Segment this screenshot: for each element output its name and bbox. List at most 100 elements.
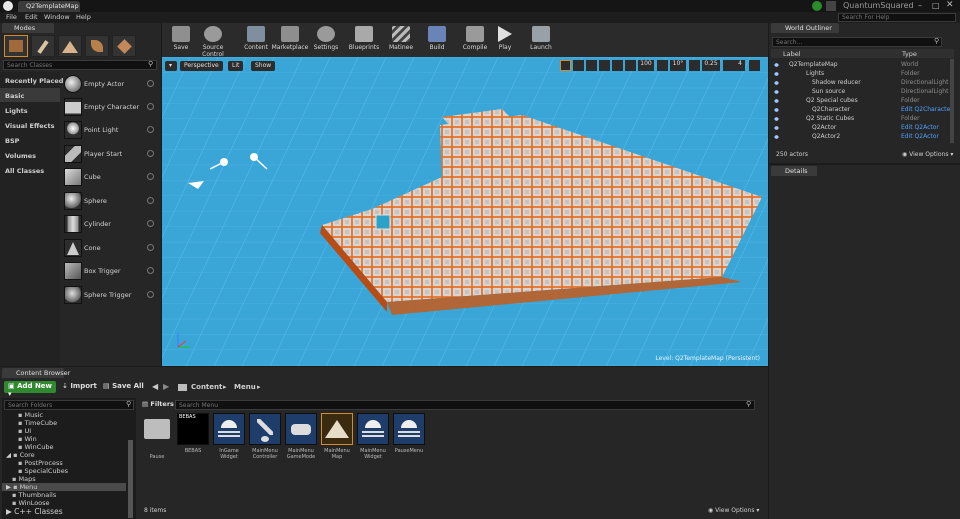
folder-item[interactable]: ▪ Maps	[12, 475, 36, 483]
details-tab[interactable]: Details	[771, 166, 817, 176]
history-back-button[interactable]: ◀	[152, 382, 158, 391]
asset-tile[interactable]: Pause	[140, 413, 174, 460]
outliner-row[interactable]: Q2Actor Edit Q2Actor	[773, 124, 954, 133]
place-item-cube[interactable]: Cube	[62, 167, 158, 189]
folder-item[interactable]: ▪ WinLoose	[12, 499, 50, 507]
content-view-options-button[interactable]: ◉ View Options ▾	[708, 507, 759, 514]
expand-arrow-icon[interactable]: ▶	[6, 507, 14, 516]
folder-tree-scrollbar[interactable]	[128, 440, 133, 518]
eye-icon[interactable]	[773, 71, 780, 77]
folder-item[interactable]: ▪ UI	[18, 427, 31, 435]
source-control-button[interactable]: Source Control	[192, 25, 234, 58]
outliner-row[interactable]: Sun source DirectionalLight	[773, 88, 954, 97]
place-item-player-start[interactable]: Player Start	[62, 144, 158, 166]
outliner-row[interactable]: Q2Character Edit Q2Characte	[773, 106, 954, 115]
category-all-classes[interactable]: All Classes	[5, 167, 44, 175]
outliner-row-type[interactable]: Edit Q2Characte	[901, 106, 950, 113]
outliner-scrollbar[interactable]	[950, 59, 954, 143]
class-search-input[interactable]	[3, 60, 157, 70]
asset-tile[interactable]: InGame Widget	[212, 413, 246, 460]
breadcrumb-content[interactable]: Content	[191, 383, 222, 391]
show-button[interactable]: Show	[251, 61, 276, 71]
outliner-row[interactable]: Q2TemplateMap World	[773, 61, 954, 70]
category-bsp[interactable]: BSP	[5, 137, 19, 145]
level-viewport[interactable]: Level: Q2TemplateMap (Persistent)	[162, 57, 768, 366]
help-icon[interactable]	[147, 220, 154, 227]
help-icon[interactable]	[147, 197, 154, 204]
world-outliner-tab[interactable]: World Outliner	[771, 23, 839, 33]
category-basic[interactable]: Basic	[5, 92, 24, 100]
eye-icon[interactable]	[773, 98, 780, 104]
menu-file[interactable]: File	[6, 13, 17, 21]
rotation-snap-icon[interactable]	[657, 60, 668, 71]
column-label-header[interactable]: Label	[783, 50, 801, 58]
place-item-empty-character[interactable]: Empty Character	[62, 97, 158, 119]
folder-item-selected[interactable]: ▶ ▪ Menu	[6, 483, 37, 491]
scale-snap-icon[interactable]	[689, 60, 700, 71]
place-item-cone[interactable]: Cone	[62, 238, 158, 260]
category-volumes[interactable]: Volumes	[5, 152, 36, 160]
place-item-sphere-trigger[interactable]: Sphere Trigger	[62, 285, 158, 307]
help-icon[interactable]	[147, 150, 154, 157]
folder-item[interactable]: ▪ Win	[18, 435, 37, 443]
outliner-view-options-button[interactable]: ◉ View Options ▾	[902, 151, 953, 158]
eye-icon[interactable]	[773, 62, 780, 68]
outliner-row[interactable]: Q2 Special cubes Folder	[773, 97, 954, 106]
menu-help[interactable]: Help	[76, 13, 91, 21]
eye-icon[interactable]	[773, 80, 780, 86]
place-item-sphere[interactable]: Sphere	[62, 191, 158, 213]
viewport-options-button[interactable]: ▾	[165, 61, 177, 71]
folder-item[interactable]: ▪ Music	[18, 411, 43, 419]
surface-snap-icon[interactable]	[612, 60, 623, 71]
save-all-button[interactable]: ▤ Save All	[103, 382, 144, 390]
folder-item[interactable]: ▪ TimeCube	[18, 419, 57, 427]
camera-speed-icon[interactable]: 4	[723, 60, 745, 71]
eye-icon[interactable]	[773, 116, 780, 122]
place-item-cylinder[interactable]: Cylinder	[62, 214, 158, 236]
marketplace-button[interactable]: Marketplace	[271, 25, 309, 55]
user-icon[interactable]	[826, 1, 836, 11]
scale-snap-value[interactable]: 0.25	[702, 60, 720, 71]
folder-item[interactable]: ▶ C++ Classes	[6, 507, 63, 516]
help-icon[interactable]	[147, 244, 154, 251]
grid-snap-icon[interactable]	[625, 60, 636, 71]
asset-tile[interactable]: MainMenu Controller	[248, 413, 282, 460]
world-space-icon[interactable]	[599, 60, 610, 71]
asset-tile[interactable]: MainMenu Map	[320, 413, 354, 460]
blueprints-button[interactable]: Blueprints	[347, 25, 381, 55]
category-recently-placed[interactable]: Recently Placed	[5, 77, 63, 85]
outliner-row[interactable]: Q2Actor2 Edit Q2Actor	[773, 133, 954, 142]
compile-button[interactable]: Compile	[458, 25, 492, 55]
build-button[interactable]: Build	[420, 25, 454, 55]
content-browser-tab[interactable]: Content Browser	[2, 368, 70, 378]
eye-icon[interactable]	[773, 134, 780, 140]
close-button[interactable]: ✕	[946, 0, 954, 10]
category-lights[interactable]: Lights	[5, 107, 28, 115]
paint-mode-button[interactable]	[31, 35, 55, 57]
filters-button[interactable]: ▤ Filters ▾	[142, 400, 179, 408]
breadcrumb-menu[interactable]: Menu	[234, 383, 256, 391]
folder-item[interactable]: ▪ PostProcess	[18, 459, 63, 467]
place-item-empty-actor[interactable]: Empty Actor	[62, 74, 158, 96]
matinee-button[interactable]: Matinee	[384, 25, 418, 55]
help-icon[interactable]	[147, 173, 154, 180]
folder-search-input[interactable]	[4, 400, 134, 410]
perspective-button[interactable]: Perspective	[180, 61, 223, 71]
rotation-snap-value[interactable]: 10°	[670, 60, 686, 71]
geometry-mode-button[interactable]	[112, 35, 136, 57]
help-icon[interactable]	[147, 291, 154, 298]
help-icon[interactable]	[147, 103, 154, 110]
asset-tile[interactable]: PauseMenu	[392, 413, 426, 454]
help-search-input[interactable]	[838, 13, 956, 22]
outliner-row[interactable]: Shadow reducer DirectionalLight	[773, 79, 954, 88]
help-icon[interactable]	[147, 267, 154, 274]
column-type-header[interactable]: Type	[902, 50, 917, 58]
add-new-button[interactable]: ▣ Add New ▾	[4, 381, 56, 398]
eye-icon[interactable]	[773, 125, 780, 131]
place-item-box-trigger[interactable]: Box Trigger	[62, 261, 158, 283]
place-mode-button[interactable]	[4, 35, 28, 57]
grid-snap-value[interactable]: 100	[638, 60, 654, 71]
lit-button[interactable]: Lit	[228, 61, 244, 71]
translate-tool-icon[interactable]	[560, 60, 571, 71]
rotate-tool-icon[interactable]	[573, 60, 584, 71]
